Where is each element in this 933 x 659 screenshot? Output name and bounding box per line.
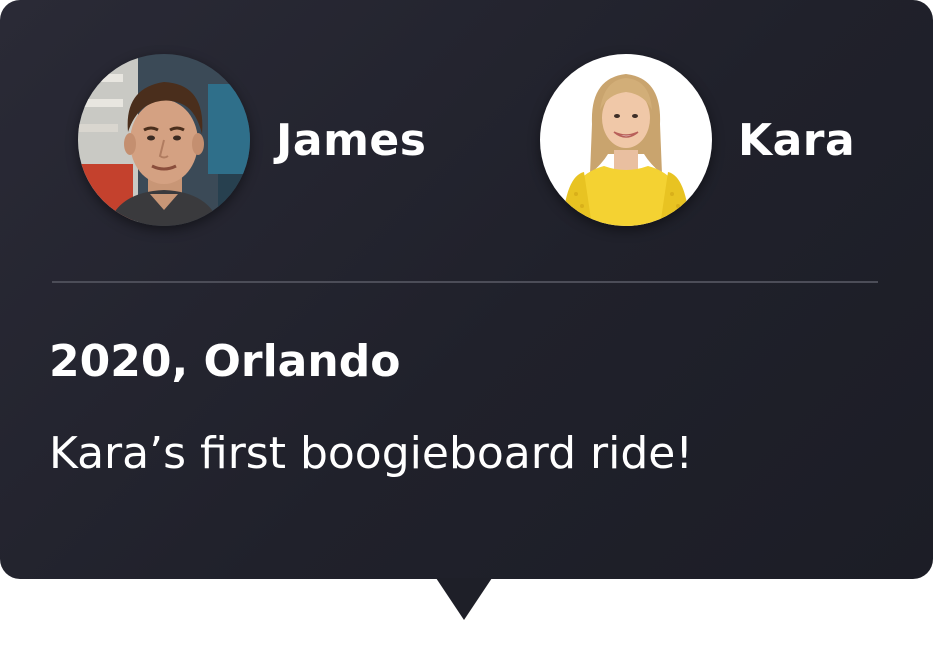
- avatar-james[interactable]: [78, 54, 250, 226]
- person-name-james: James: [276, 114, 427, 166]
- memory-tooltip-card: James Kara 2020, Orlando Kara’s first bo…: [0, 0, 933, 579]
- person-name-kara: Kara: [738, 114, 856, 166]
- memory-caption: Kara’s first boogieboard ride!: [49, 428, 693, 479]
- avatar-photo-james: [78, 54, 250, 226]
- tooltip-pointer: [436, 578, 492, 620]
- memory-year-location: 2020, Orlando: [49, 336, 401, 387]
- person-james[interactable]: James: [78, 54, 426, 226]
- avatar-kara[interactable]: [540, 54, 712, 226]
- person-kara[interactable]: Kara: [540, 54, 855, 226]
- avatar-photo-kara: [540, 54, 712, 226]
- divider: [52, 281, 878, 283]
